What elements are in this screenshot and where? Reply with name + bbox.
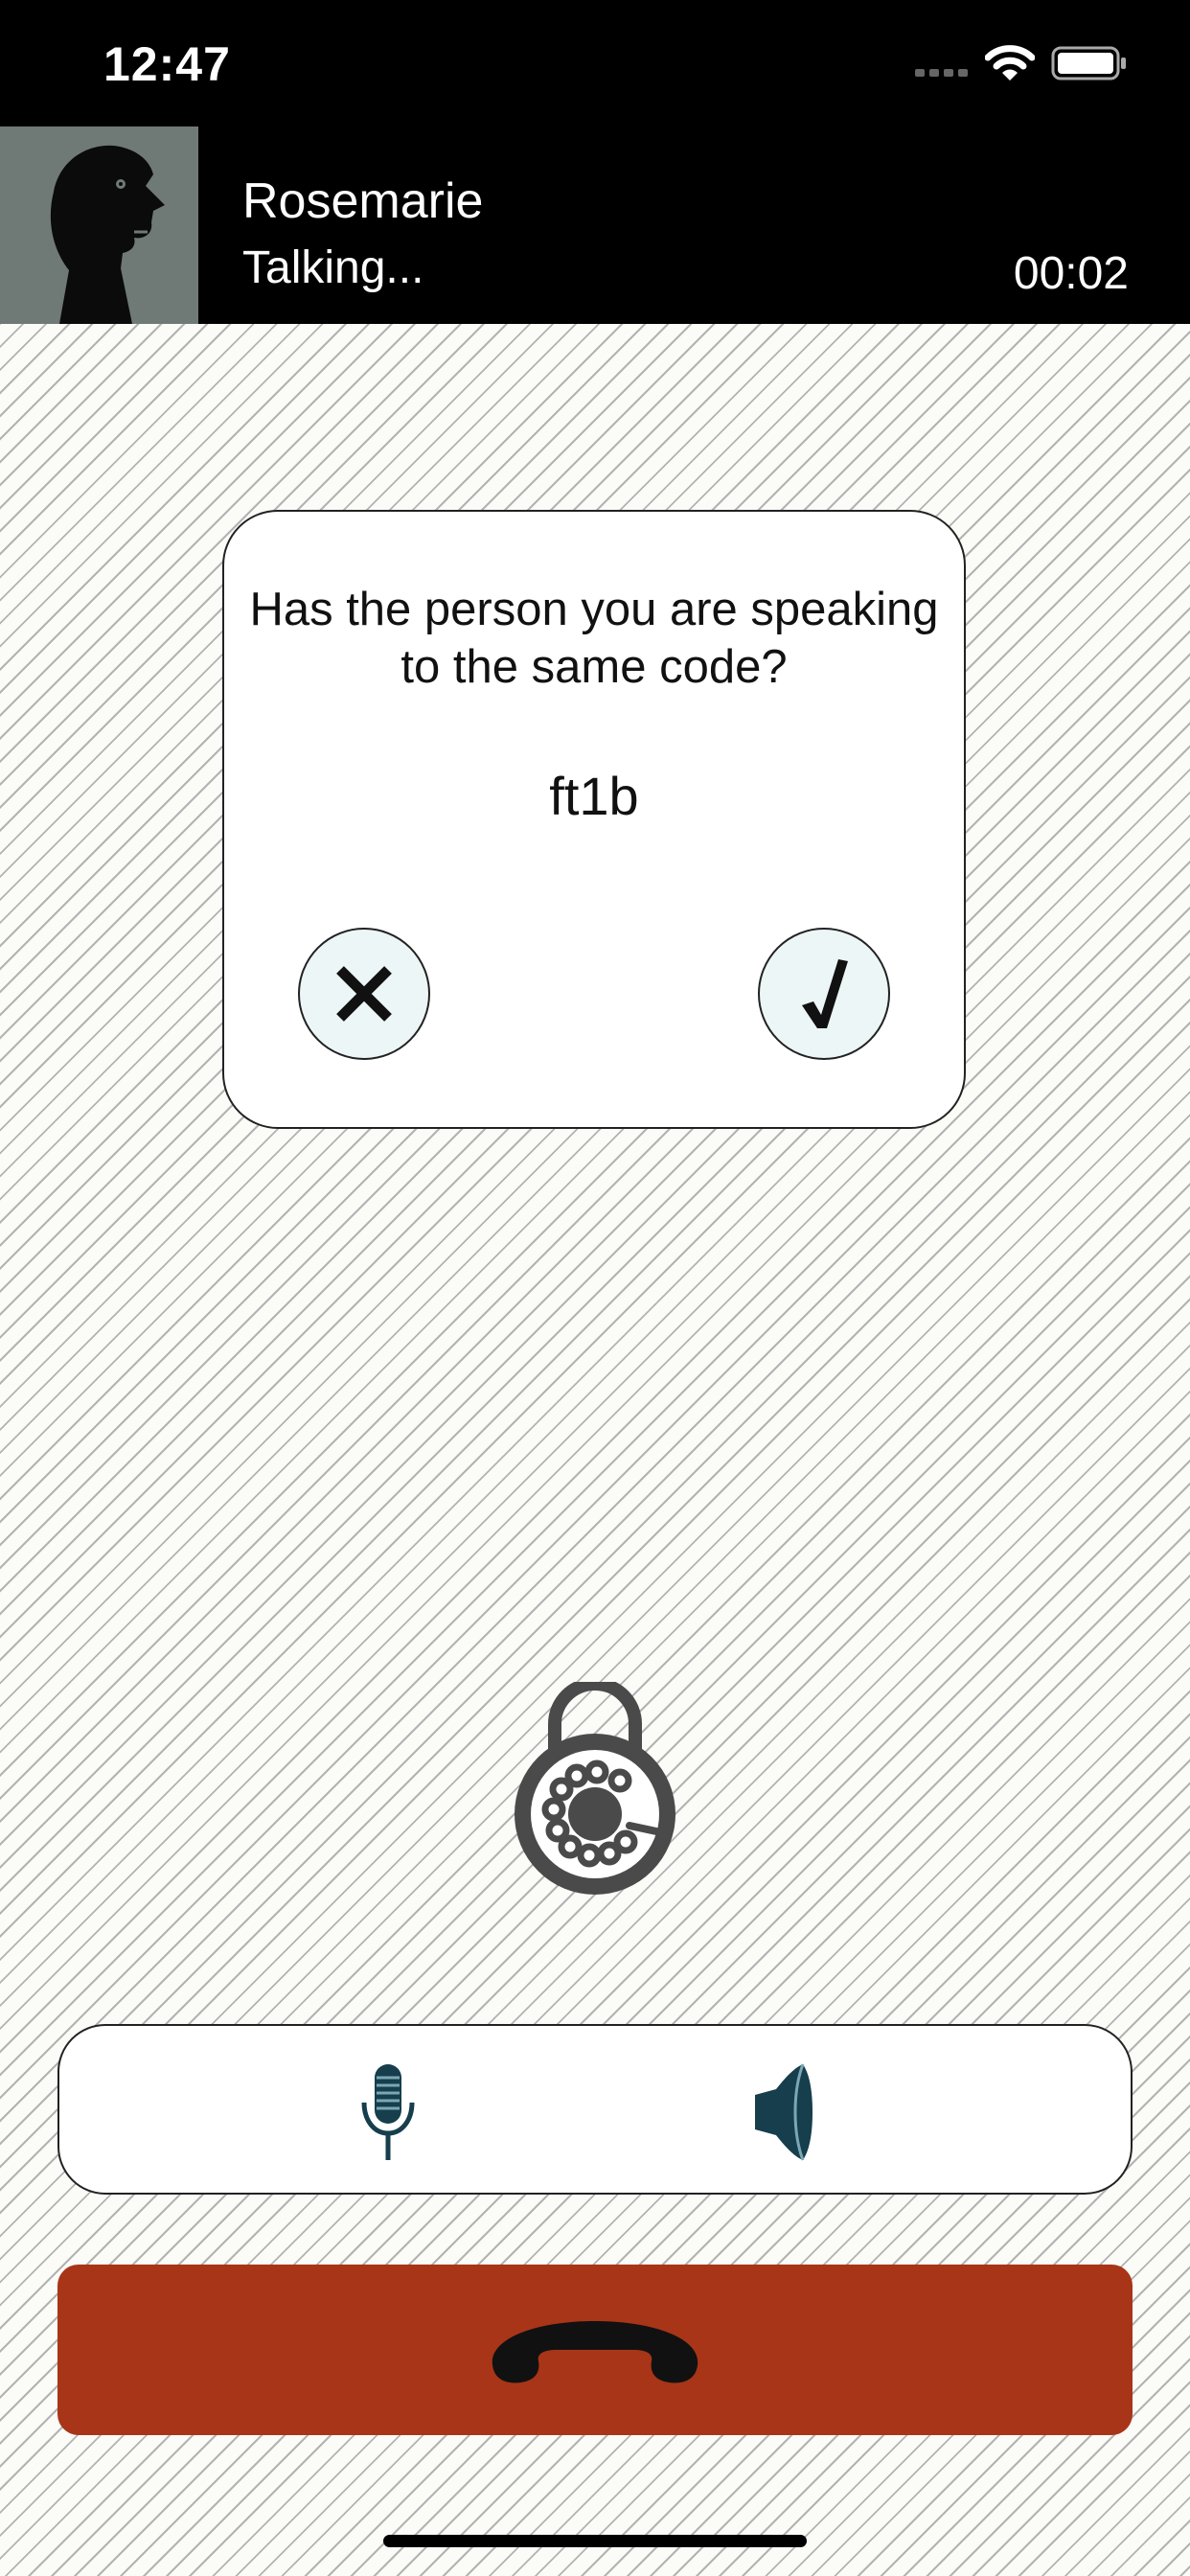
- call-status: Talking...: [242, 242, 424, 293]
- x-icon: [336, 966, 392, 1022]
- wifi-icon: [985, 45, 1035, 80]
- hangup-button[interactable]: [57, 2265, 1133, 2435]
- rotary-lock-icon: [515, 1682, 675, 1895]
- status-bar-time: 12:47: [103, 37, 231, 91]
- microphone-icon[interactable]: [356, 2060, 420, 2162]
- verification-question: Has the person you are speaking to the s…: [249, 584, 939, 693]
- code-verification-dialog: Has the person you are speaking to the s…: [222, 510, 966, 1129]
- cellular-signal-icon: [915, 69, 968, 77]
- checkmark-icon: [802, 959, 848, 1028]
- contact-avatar: [0, 126, 198, 324]
- contact-name: Rosemarie: [242, 173, 484, 229]
- verification-code: ft1b: [549, 766, 639, 826]
- battery-icon: [1051, 46, 1126, 80]
- confirm-code-button[interactable]: [758, 928, 890, 1060]
- audio-controls-bar: [57, 2024, 1133, 2195]
- call-header: 12:47 Rosemarie Talking... 00:02: [0, 0, 1190, 324]
- home-indicator[interactable]: [383, 2535, 807, 2547]
- speaker-icon[interactable]: [751, 2060, 818, 2162]
- reject-code-button[interactable]: [298, 928, 430, 1060]
- profile-silhouette-icon: [50, 145, 166, 324]
- phone-handset-icon: [492, 2321, 698, 2383]
- call-timer: 00:02: [1013, 248, 1129, 299]
